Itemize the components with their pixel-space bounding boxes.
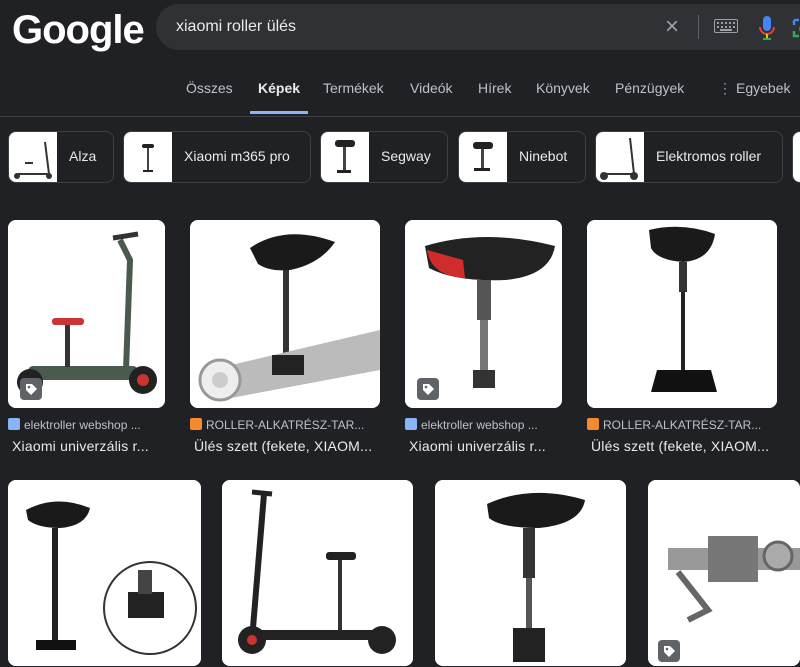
tab-egyebek[interactable]: ⋮ Egyebek (718, 80, 790, 114)
result-source-text: ROLLER-ALKATRÉSZ-TAR... (206, 418, 365, 432)
chip-thumbnail (321, 132, 369, 182)
camera-search-icon[interactable] (792, 16, 800, 40)
result-image[interactable] (435, 480, 626, 666)
microphone-icon[interactable] (758, 15, 776, 41)
chip-label: Ninebot (519, 148, 568, 164)
result-source: ROLLER-ALKATRÉSZ-TAR... (587, 418, 775, 434)
tab-osszes[interactable]: Összes (186, 80, 233, 114)
result-image[interactable] (222, 480, 413, 666)
result-source: ROLLER-ALKATRÉSZ-TAR... (190, 418, 378, 434)
tab-hirek[interactable]: Hírek (478, 80, 511, 114)
result-source: elektroller webshop ... (8, 418, 160, 434)
more-vert-icon: ⋮ (718, 80, 732, 96)
result-image[interactable] (648, 480, 800, 666)
chip-label: Alza (69, 148, 97, 164)
result-title[interactable]: Xiaomi univerzális r... (409, 438, 561, 456)
clear-icon[interactable]: × (661, 15, 683, 39)
result-source-text: ROLLER-ALKATRÉSZ-TAR... (603, 418, 762, 432)
search-divider (698, 15, 699, 39)
chip-more[interactable] (792, 131, 800, 183)
chip-thumbnail (9, 132, 57, 182)
result-source-text: elektroller webshop ... (24, 418, 141, 432)
chip-thumbnail (124, 132, 172, 182)
chip-thumbnail (596, 132, 644, 182)
tab-egyebek-label: Egyebek (736, 80, 791, 96)
search-bar[interactable]: × (156, 4, 800, 50)
keyboard-icon[interactable] (714, 19, 738, 33)
site-favicon-icon (587, 418, 599, 430)
chip-alza[interactable]: Alza (8, 131, 114, 183)
chip-label: Elektromos roller (656, 148, 762, 164)
tab-videok[interactable]: Videók (410, 80, 453, 114)
result-image[interactable] (8, 480, 201, 666)
product-tag-icon (417, 378, 439, 400)
chip-thumbnail (793, 132, 800, 182)
result-title[interactable]: Ülés szett (fekete, XIAOM... (194, 438, 382, 456)
tab-konyvek[interactable]: Könyvek (536, 80, 590, 114)
search-input[interactable] (176, 17, 636, 37)
tab-kepek[interactable]: Képek (249, 80, 309, 114)
tab-penzugyek[interactable]: Pénzügyek (615, 80, 684, 114)
product-tag-icon (20, 378, 42, 400)
product-tag-icon (658, 640, 680, 662)
result-title[interactable]: Ülés szett (fekete, XIAOM... (591, 438, 779, 456)
chip-ninebot[interactable]: Ninebot (458, 131, 586, 183)
site-favicon-icon (190, 418, 202, 430)
result-source: elektroller webshop ... (405, 418, 557, 434)
chip-thumbnail (459, 132, 507, 182)
result-image[interactable] (190, 220, 380, 408)
site-favicon-icon (405, 418, 417, 430)
site-favicon-icon (8, 418, 20, 430)
chip-elektromos-roller[interactable]: Elektromos roller (595, 131, 783, 183)
chip-label: Segway (381, 148, 431, 164)
chip-segway[interactable]: Segway (320, 131, 448, 183)
chip-xiaomi-m365-pro[interactable]: Xiaomi m365 pro (123, 131, 311, 183)
result-image[interactable] (587, 220, 777, 408)
result-title[interactable]: Xiaomi univerzális r... (12, 438, 164, 456)
tab-termekek[interactable]: Termékek (323, 80, 384, 114)
chip-label: Xiaomi m365 pro (184, 148, 290, 164)
google-logo[interactable]: Google (12, 8, 145, 53)
result-source-text: elektroller webshop ... (421, 418, 538, 432)
header: Google × Összes Képek Termékek V (0, 0, 800, 117)
